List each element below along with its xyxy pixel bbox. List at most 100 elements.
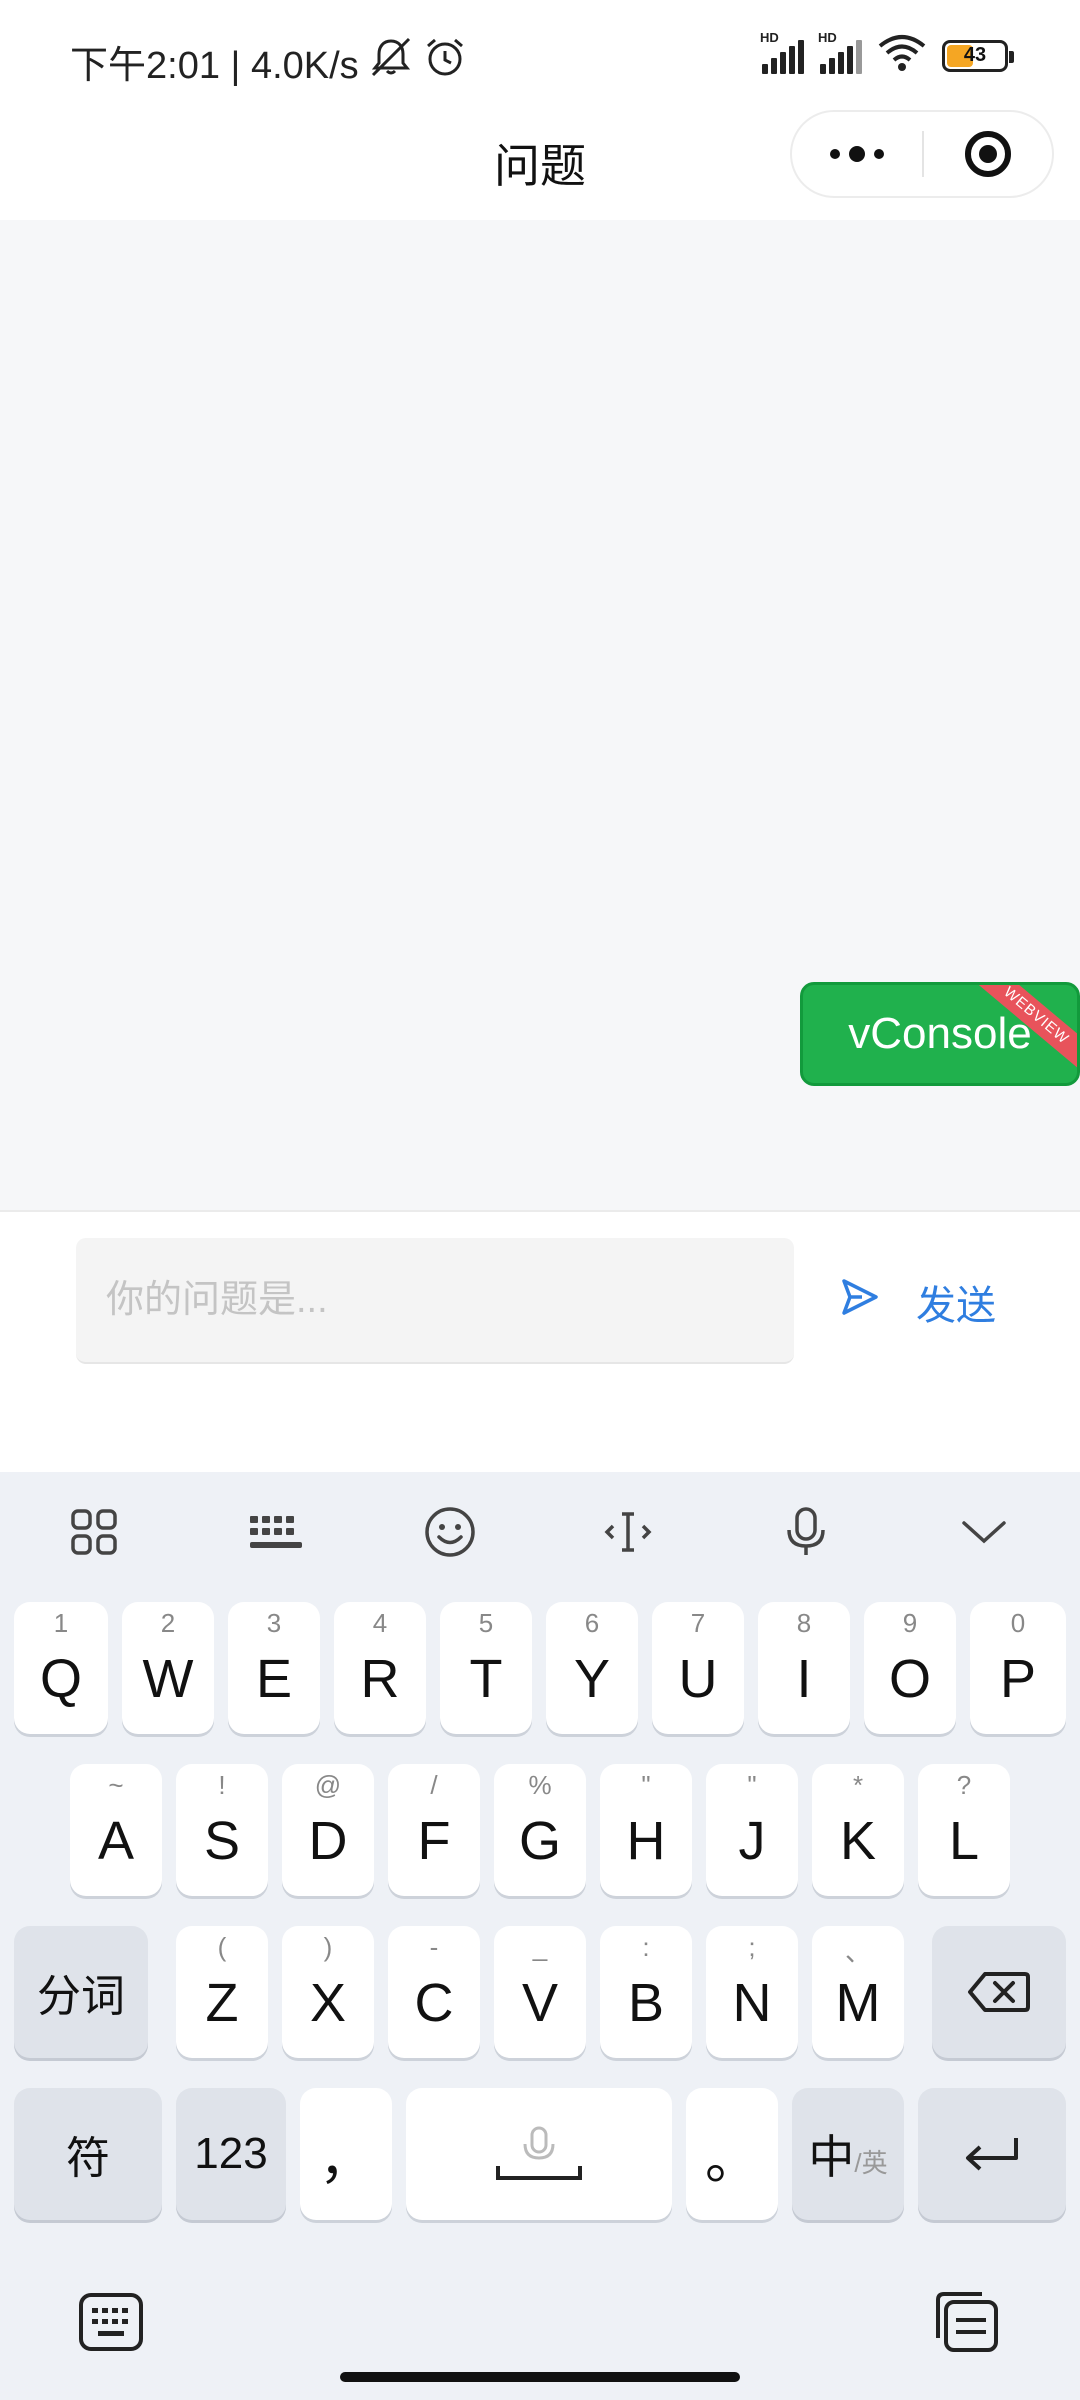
key-n[interactable]: ; N — [706, 1926, 798, 2058]
key-e[interactable]: 3E — [228, 1602, 320, 1734]
signal-hd-label: HD — [760, 29, 779, 45]
key-label: S — [203, 1811, 241, 1871]
send-icon — [840, 1277, 880, 1327]
key-y[interactable]: 6Y — [546, 1602, 638, 1734]
key-hint: 5 — [478, 1608, 494, 1638]
key-label: E — [255, 1649, 293, 1709]
key-label: F — [417, 1811, 451, 1871]
key-k[interactable]: * K — [812, 1764, 904, 1896]
text-cursor-icon[interactable] — [596, 1500, 660, 1564]
space-key[interactable] — [406, 2088, 672, 2220]
send-button[interactable]: 发送 — [840, 1262, 996, 1342]
status-bar: 下午2:01 | 4.0K/s HD HD 43 — [0, 0, 1080, 110]
comma-key[interactable]: ， — [300, 2088, 392, 2220]
key-hint: 7 — [690, 1608, 706, 1638]
key-x[interactable]: ) X — [282, 1926, 374, 2058]
key-h[interactable]: " H — [600, 1764, 692, 1896]
key-hint: 3 — [266, 1608, 282, 1638]
emoji-icon[interactable] — [418, 1500, 482, 1564]
key-m[interactable]: 、 M — [812, 1926, 904, 2058]
more-button[interactable] — [792, 110, 922, 198]
key-hint: ~ — [108, 1770, 124, 1800]
numbers-key[interactable]: 123 — [176, 2088, 286, 2220]
key-s[interactable]: ! S — [176, 1764, 268, 1896]
home-indicator[interactable] — [340, 2372, 740, 2382]
key-label: U — [678, 1649, 718, 1709]
key-l[interactable]: ? L — [918, 1764, 1010, 1896]
status-time-speed: 下午2:01 | 4.0K/s — [70, 45, 359, 87]
key-label: I — [796, 1649, 812, 1709]
send-label: 发送 — [916, 1284, 996, 1328]
microphone-icon[interactable] — [774, 1500, 838, 1564]
key-g[interactable]: % G — [494, 1764, 586, 1896]
key-hint: ( — [217, 1932, 227, 1962]
signal-icon-2: HD — [818, 30, 862, 74]
key-o[interactable]: 9O — [864, 1602, 956, 1734]
period-key[interactable]: 。 — [686, 2088, 778, 2220]
key-hint: 6 — [584, 1608, 600, 1638]
close-button[interactable] — [924, 110, 1052, 198]
key-label: A — [97, 1811, 135, 1871]
key-r[interactable]: 4R — [334, 1602, 426, 1734]
key-c[interactable]: -C — [388, 1926, 480, 2058]
key-w[interactable]: 2W — [122, 1602, 214, 1734]
key-hint: ; — [748, 1932, 756, 1962]
key-d[interactable]: @ D — [282, 1764, 374, 1896]
key-hint: 8 — [796, 1608, 812, 1638]
key-label: V — [521, 1973, 559, 2033]
key-z[interactable]: (Z — [176, 1926, 268, 2058]
backspace-key[interactable] — [932, 1926, 1066, 2058]
miniprogram-capsule — [790, 110, 1054, 198]
segment-key[interactable]: 分词 — [14, 1926, 148, 2058]
apps-grid-icon[interactable] — [62, 1500, 126, 1564]
keyboard-layout-icon[interactable] — [240, 1500, 312, 1564]
question-input[interactable] — [76, 1238, 794, 1362]
key-t[interactable]: 5T — [440, 1602, 532, 1734]
key-label: T — [469, 1649, 503, 1709]
key-v[interactable]: _ V — [494, 1926, 586, 2058]
period-label: 。 — [705, 2129, 759, 2190]
key-q[interactable]: 1Q — [14, 1602, 108, 1734]
alarm-icon — [423, 36, 467, 88]
key-hint: - — [429, 1932, 439, 1962]
close-target-icon — [964, 131, 1011, 177]
key-hint: 、 — [844, 1937, 871, 1967]
key-hint: _ — [532, 1932, 548, 1962]
key-label: N — [732, 1973, 772, 2033]
key-label: J — [738, 1811, 766, 1871]
key-label: X — [309, 1973, 347, 2033]
key-b[interactable]: :B — [600, 1926, 692, 2058]
key-i[interactable]: 8I — [758, 1602, 850, 1734]
collapse-chevron-icon[interactable] — [952, 1500, 1016, 1564]
enter-key[interactable] — [918, 2088, 1066, 2220]
language-toggle-key[interactable]: 中/英 — [792, 2088, 904, 2220]
key-hint: 4 — [372, 1608, 388, 1638]
key-label: Y — [573, 1649, 611, 1709]
key-hint: ? — [956, 1770, 972, 1800]
key-p[interactable]: 0P — [970, 1602, 1066, 1734]
enter-icon — [966, 2138, 1018, 2171]
status-right: HD HD 43 — [760, 30, 1014, 77]
vconsole-button[interactable]: vConsole WEBVIEW — [800, 982, 1080, 1086]
key-hint: ) — [323, 1932, 333, 1962]
question-input-wrapper — [76, 1238, 794, 1364]
key-label: K — [839, 1811, 877, 1871]
mute-icon — [369, 37, 413, 87]
key-f[interactable]: / F — [388, 1764, 480, 1896]
clipboard-icon[interactable] — [934, 2290, 1000, 2359]
key-hint: % — [528, 1770, 552, 1800]
signal-hd-label-2: HD — [818, 29, 837, 45]
key-hint: ! — [218, 1770, 226, 1800]
key-u[interactable]: 7U — [652, 1602, 744, 1734]
space-mic-icon — [496, 2126, 582, 2180]
key-label: H — [626, 1811, 666, 1871]
keyboard-switch-icon[interactable] — [78, 2292, 144, 2357]
nav-bar: 问题 — [0, 110, 1080, 220]
symbol-key[interactable]: 符 — [14, 2088, 162, 2220]
key-j[interactable]: " J — [706, 1764, 798, 1896]
key-hint: * — [852, 1770, 864, 1800]
key-hint: " — [747, 1770, 757, 1800]
key-hint: 0 — [1010, 1608, 1026, 1638]
key-hint: : — [642, 1932, 650, 1962]
key-a[interactable]: ~ A — [70, 1764, 162, 1896]
